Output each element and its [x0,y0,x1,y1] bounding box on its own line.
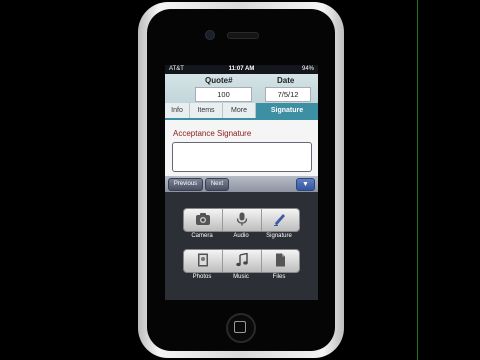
microphone-icon [236,212,248,226]
date-label: Date [277,76,295,85]
status-time: 11:07 AM [228,66,255,72]
tab-info[interactable]: Info [165,103,190,118]
signature-label: Acceptance Signature [173,129,252,138]
pen-icon [274,214,285,226]
previous-button[interactable]: Previous [168,178,203,191]
home-button-icon [234,321,246,333]
signature-capture-button[interactable] [261,209,299,231]
quote-number-field[interactable]: 100 [195,87,252,102]
file-icon [276,253,285,267]
music-label: Music [233,274,249,280]
media-row-2 [183,249,300,273]
files-label: Files [272,274,286,280]
files-button[interactable] [261,250,299,272]
earpiece-speaker [227,32,259,39]
audio-button[interactable] [223,209,262,231]
tab-more[interactable]: More [223,103,256,118]
audio-label: Audio [233,233,249,239]
battery-percent: 94% [301,66,314,72]
status-bar: AT&T 11:07 AM 94% [165,65,318,74]
music-note-icon [236,252,248,267]
camera-button[interactable] [184,209,223,231]
tab-items[interactable]: Items [190,103,223,118]
media-row-1 [183,208,300,232]
quote-header: Quote# 100 Date 7/5/12 [165,74,318,103]
front-camera [205,30,215,40]
next-button[interactable]: Next [205,178,229,191]
signature-capture-label: Signature [266,233,292,239]
tab-bar: Info Items More Signature [165,103,318,120]
photos-label: Photos [192,274,212,280]
phone-screen: AT&T 11:07 AM 94% Quote# 100 Date 7/5/12… [165,65,318,300]
date-field[interactable]: 7/5/12 [265,87,311,102]
camera-label: Camera [191,233,213,239]
media-action-sheet: Camera Audio Signature Photos Music File… [165,192,318,300]
photo-icon [198,253,208,267]
camera-icon [196,213,210,225]
signature-field[interactable] [172,142,312,172]
music-button[interactable] [223,250,262,272]
quote-label: Quote# [205,76,233,85]
keyboard-accessory-bar: Previous Next ▼ [165,176,318,192]
chevron-down-icon[interactable]: ▼ [296,178,315,191]
tab-signature[interactable]: Signature [256,103,318,118]
signature-section: Acceptance Signature [165,120,318,176]
photos-button[interactable] [184,250,223,272]
green-divider-line [417,0,418,360]
